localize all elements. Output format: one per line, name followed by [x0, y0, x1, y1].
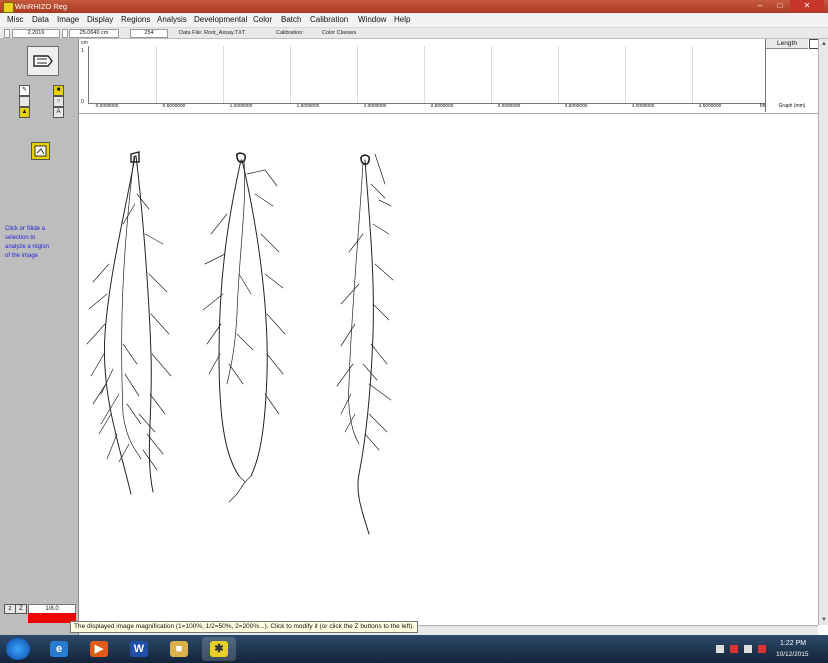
graph-gridline: [424, 46, 425, 103]
graph-gridline: [558, 46, 559, 103]
info-flag: [4, 29, 10, 38]
ellipse-tool-icon[interactable]: ○: [53, 96, 64, 107]
graph-x-tick: 4.5000000: [698, 104, 722, 109]
color-classes-label: Color Classes: [322, 30, 357, 36]
info-field-length[interactable]: 25.0640 cm: [69, 29, 119, 38]
info-field-dpi[interactable]: 254: [130, 29, 168, 38]
graph-gridline: [357, 46, 358, 103]
graph-gridline: [156, 46, 157, 103]
tray-flag-icon[interactable]: [730, 645, 738, 653]
winrhizo-icon: ✱: [210, 641, 228, 657]
ie-icon: e: [50, 641, 68, 657]
graph-unit-label: cm: [81, 40, 88, 46]
menu-batch[interactable]: Batch: [281, 15, 301, 25]
word-icon: W: [130, 641, 148, 657]
root-scan-image: [86, 151, 394, 535]
data-file-label: Data File: Root_Assay.TXT: [179, 30, 246, 36]
menu-data[interactable]: Data: [32, 15, 49, 25]
root-sample-1: [86, 151, 172, 495]
magnifier-icon: [34, 145, 47, 157]
vertical-scrollbar[interactable]: ▲ ▼: [818, 39, 828, 625]
clock-date[interactable]: 10/12/2015: [776, 651, 809, 658]
status-indicator: [28, 613, 76, 623]
graph-measure-panel: Length Graph (mm): [765, 39, 819, 112]
taskbar-explorer[interactable]: ■: [162, 637, 196, 661]
menu-window[interactable]: Window: [358, 15, 386, 25]
exclude-tool-icon[interactable]: ▲: [19, 107, 30, 118]
graph-x-tick: 2.5000000: [430, 104, 454, 109]
graph-gridline: [491, 46, 492, 103]
menu-analysis[interactable]: Analysis: [157, 15, 187, 25]
menu-color[interactable]: Color: [253, 15, 272, 25]
magnification-tooltip: The displayed image magnification (1=100…: [70, 621, 419, 633]
menu-calibration[interactable]: Calibration: [310, 15, 348, 25]
folder-icon: ■: [170, 641, 188, 657]
media-player-icon: ▶: [90, 641, 108, 657]
text-tool-icon[interactable]: A: [53, 107, 64, 118]
taskbar-word[interactable]: W: [122, 637, 156, 661]
graph-x-tick: 0.5000000: [162, 104, 186, 109]
graph-x-tick: 1.5000000: [296, 104, 320, 109]
menu-misc[interactable]: Misc: [7, 15, 23, 25]
length-selector[interactable]: Length: [766, 39, 808, 49]
title-bar: WinRHIZO Reg – □ ✕: [0, 0, 828, 13]
tray-volume-icon[interactable]: [758, 645, 766, 653]
graph-gridline: [625, 46, 626, 103]
info-flag: [62, 29, 68, 38]
graph-mode-label: Graph (mm): [778, 103, 806, 109]
line-tool-icon[interactable]: [19, 96, 30, 107]
arrow-tool-icon: [33, 55, 53, 67]
selection-tool-icon[interactable]: ■: [53, 85, 64, 96]
graph-y-max-label: 1: [81, 48, 84, 54]
menu-regions[interactable]: Regions: [121, 15, 150, 25]
info-field-value[interactable]: 2.2016: [12, 29, 60, 38]
maximize-button[interactable]: □: [770, 0, 790, 11]
graph-plot-area: [88, 46, 765, 104]
clock-time[interactable]: 1:22 PM: [780, 640, 806, 647]
graph-y-min-label: 0: [81, 99, 84, 105]
graph-x-tick: 4.0000000: [631, 104, 655, 109]
scanned-image-canvas[interactable]: [79, 114, 818, 625]
graph-x-tick: 3.0000000: [497, 104, 521, 109]
taskbar-browser[interactable]: e: [42, 637, 76, 661]
graph-x-tick: 0.0000000: [95, 104, 119, 109]
scroll-down-icon[interactable]: ▼: [819, 615, 828, 625]
minimize-button[interactable]: –: [750, 0, 770, 11]
scan-tool-icon[interactable]: [31, 142, 50, 160]
graph-gridline: [692, 46, 693, 103]
menu-help[interactable]: Help: [394, 15, 410, 25]
close-button[interactable]: ✕: [790, 0, 824, 11]
pencil-tool-icon[interactable]: ✎: [19, 85, 30, 96]
root-sample-2: [202, 152, 286, 503]
selection-hint: Click or Slide a selection to analyze a …: [5, 226, 50, 259]
graph-gridline: [223, 46, 224, 103]
graph-x-tick: 2.0000000: [363, 104, 387, 109]
taskbar: e ▶ W ■ ✱: [0, 635, 828, 663]
menu-image[interactable]: Image: [57, 15, 79, 25]
graph-x-tick: 1.0000000: [229, 104, 253, 109]
zoom-in-button[interactable]: Z: [15, 604, 27, 614]
app-icon: [3, 2, 14, 13]
graph-gridline: [290, 46, 291, 103]
taskbar-media[interactable]: ▶: [82, 637, 116, 661]
left-tool-panel: ✎ ■ ○ ▲ A Click or Slide a selection to …: [0, 39, 79, 635]
start-button[interactable]: [6, 638, 30, 660]
analysis-mode-button[interactable]: [27, 46, 59, 76]
tray-network-icon[interactable]: [744, 645, 752, 653]
graph-x-tick: 3.5000000: [564, 104, 588, 109]
root-sample-3: [336, 153, 394, 535]
info-bar: 2.2016 25.0640 cm 254 Data File: Root_As…: [0, 28, 828, 39]
menu-display[interactable]: Display: [87, 15, 113, 25]
distribution-graph: cm 1 0 0.0000000 0.5000000 1.0000000 1.5…: [79, 39, 819, 114]
taskbar-winrhizo[interactable]: ✱: [202, 637, 236, 661]
calibration-label: Calibration:: [276, 30, 304, 36]
menu-bar: Misc Data Image Display Regions Analysis…: [0, 13, 828, 28]
window-title: WinRHIZO Reg: [15, 2, 68, 11]
tray-arrow-icon[interactable]: [716, 645, 724, 653]
scroll-up-icon[interactable]: ▲: [819, 39, 828, 49]
menu-developmental[interactable]: Developmental: [194, 15, 247, 25]
